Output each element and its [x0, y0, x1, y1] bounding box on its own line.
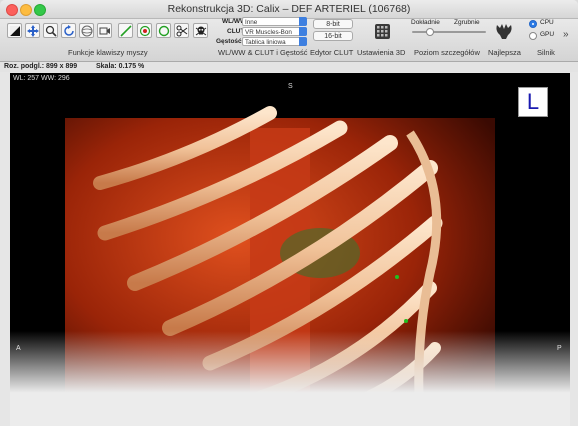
- rotate-tool-button[interactable]: [61, 23, 76, 38]
- marker-point: [404, 319, 408, 323]
- rotate-icon: [63, 24, 74, 36]
- scissors-icon: [176, 25, 187, 36]
- wl-ww-icon: [9, 25, 20, 36]
- settings3d-button[interactable]: [375, 24, 390, 39]
- clut-value: VR Muscles-Bon: [245, 29, 292, 36]
- move-tool-button[interactable]: [25, 23, 40, 38]
- toolbar: Funkcje klawiszy myszy WL/WW: Inne CLUT:…: [0, 17, 578, 62]
- viewer-fade: [10, 331, 570, 426]
- gpu-label: GPU: [540, 31, 555, 38]
- detail-level-label: Poziom szczegółów: [414, 48, 480, 57]
- opacity-value: Tablica liniowa: [245, 39, 286, 46]
- best-label: Najlepsza: [488, 48, 521, 57]
- gpu-radio[interactable]: [529, 32, 537, 40]
- detail-slider-track[interactable]: [412, 31, 486, 33]
- zoom-icon: [45, 25, 57, 37]
- 3d-viewport[interactable]: WL: 257 WW: 296 S A P L: [10, 73, 570, 426]
- wlww-value: Inne: [245, 19, 258, 26]
- popup-arrow-icon: [299, 27, 307, 36]
- settings-grid-icon: [375, 24, 390, 39]
- orientation-cube: L: [518, 87, 548, 117]
- 16-bit-button[interactable]: 16-bit: [313, 31, 353, 41]
- scale-text: Skala: 0.175 %: [96, 63, 145, 70]
- clut-popup[interactable]: VR Muscles-Bon: [242, 27, 307, 36]
- marker-point: [395, 275, 399, 279]
- clut-editor-label[interactable]: Edytor CLUT: [310, 48, 353, 57]
- window-title: Rekonstrukcja 3D: Calix – DEF ARTERIEL (…: [167, 3, 411, 15]
- opacity-popup[interactable]: Tablica liniowa: [242, 37, 307, 46]
- detail-slider-knob[interactable]: [426, 28, 434, 36]
- mouse-functions-label: Funkcje klawiszy myszy: [68, 48, 148, 57]
- scissors-tool-button[interactable]: [174, 23, 189, 38]
- opacity-label: Gęstość:: [216, 38, 244, 45]
- wl-ww-tool-button[interactable]: [7, 23, 22, 38]
- point-icon: [139, 25, 150, 36]
- point-tool-button[interactable]: [137, 23, 152, 38]
- popup-arrow-icon: [299, 17, 307, 26]
- skull-tool-button[interactable]: [193, 23, 208, 38]
- oval-tool-button[interactable]: [156, 23, 171, 38]
- move-icon: [26, 24, 39, 37]
- popup-arrow-icon: [299, 37, 307, 46]
- detail-fine-label: Dokładnie: [411, 19, 440, 26]
- cpu-radio[interactable]: [529, 20, 537, 28]
- cpu-label: CPU: [540, 19, 554, 26]
- length-tool-button[interactable]: [118, 23, 133, 38]
- best-button[interactable]: [494, 21, 514, 41]
- detail-coarse-label: Zgrubnie: [454, 19, 480, 26]
- skull-icon: [195, 26, 206, 35]
- wlww-popup[interactable]: Inne: [242, 17, 307, 26]
- toolbar-overflow-button[interactable]: »: [563, 29, 569, 40]
- zoom-tool-button[interactable]: [43, 23, 58, 38]
- best-quality-icon: [496, 24, 512, 39]
- camera-tool-button[interactable]: [97, 23, 112, 38]
- main-window: Rekonstrukcja 3D: Calix – DEF ARTERIEL (…: [0, 0, 578, 426]
- camera-icon: [99, 27, 110, 34]
- length-icon: [119, 24, 132, 37]
- wlww-section-label: WL/WW & CLUT i Gęstość: [218, 48, 308, 57]
- wl-ww-overlay: WL: 257 WW: 296: [13, 75, 70, 82]
- engine-label: Silnik: [537, 48, 555, 57]
- oval-icon: [158, 25, 169, 36]
- orientation-top: S: [288, 83, 293, 90]
- info-bar: Roz. podgl.: 899 x 899 Skala: 0.175 %: [0, 62, 578, 72]
- 3d-rotate-icon: [81, 25, 92, 36]
- settings3d-label: Ustawienia 3D: [357, 48, 406, 57]
- preview-size-text: Roz. podgl.: 899 x 899: [4, 63, 78, 70]
- 3d-rotate-tool-button[interactable]: [79, 23, 94, 38]
- 8-bit-button[interactable]: 8-bit: [313, 19, 353, 29]
